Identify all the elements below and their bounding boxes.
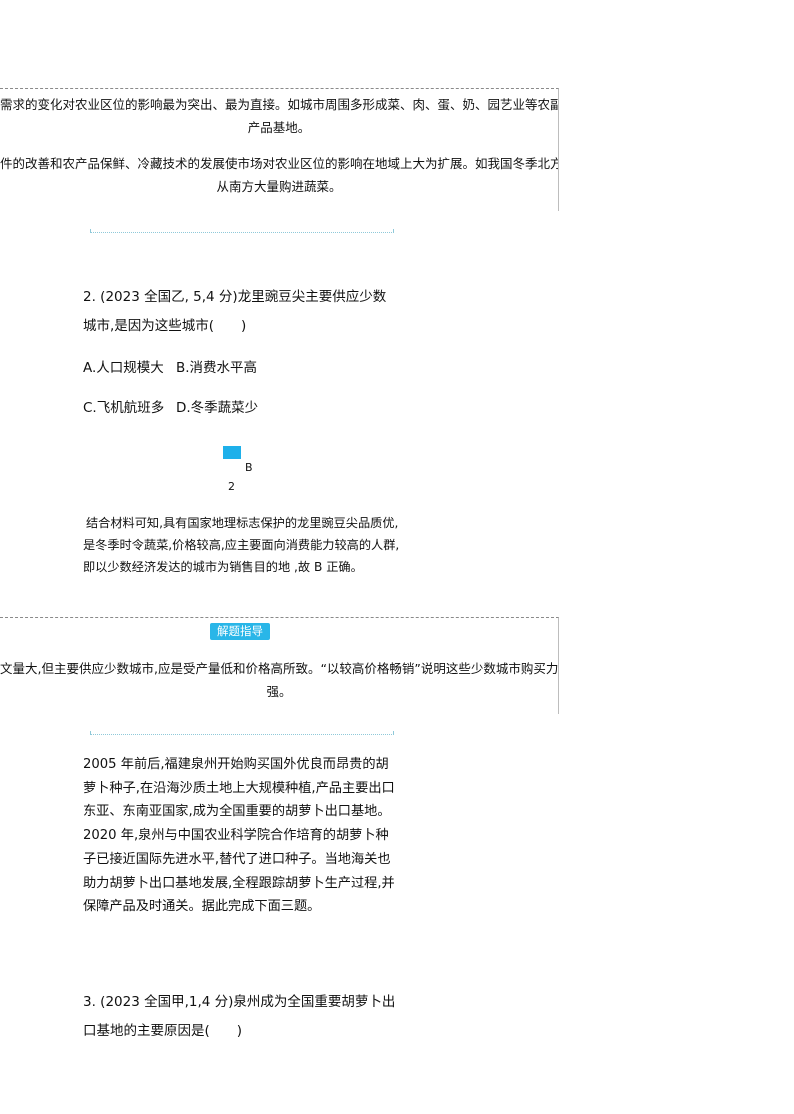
material-paragraph: 2005 年前后,福建泉州开始购买国外优良而昂贵的胡萝卜种子,在沿海沙质土地上大… [83,757,395,915]
answer-number: 2 [228,480,235,493]
explanation-text: 结合材料可知,具有国家地理标志保护的龙里豌豆尖品质优,是冬季时令蔬菜,价格较高,… [83,516,400,574]
dotted-divider [90,731,394,735]
option-c: C.飞机航班多 [83,400,165,416]
option-b: B.消费水平高 [176,360,258,376]
tip-line: 从南方大量购进蔬菜。 [216,179,342,194]
tip-line: 强。 [266,684,292,699]
answer-letter: B [245,461,253,474]
dotted-divider [90,229,394,233]
option-a: A.人口规模大 [83,360,164,376]
question-2-stem: 城市,是因为这些城市( ) [83,318,247,334]
tip-line: 产品基地。 [247,120,311,135]
tip-line: 需求的变化对农业区位的影响最为突出、最为直接。如城市周围多形成菜、肉、蛋、奶、园… [0,97,558,112]
guidance-badge: 解题指导 [210,623,270,640]
question-3-stem: 口基地的主要原因是( ) [83,1023,243,1039]
tip-line: 文量大,但主要供应少数城市,应是受产量低和价格高所致。“以较高价格畅销”说明这些… [0,661,558,676]
answer-marker-icon [223,446,241,459]
question-3-stem: 3. (2023 全国甲,1,4 分)泉州成为全国重要胡萝卜出 [83,994,396,1010]
tip-line: 件的改善和农产品保鲜、冷藏技术的发展使市场对农业区位的影响在地域上大为扩展。如我… [0,156,558,171]
question-2-stem: 2. (2023 全国乙, 5,4 分)龙里豌豆尖主要供应少数 [83,289,387,305]
option-d: D.冬季蔬菜少 [176,400,259,416]
